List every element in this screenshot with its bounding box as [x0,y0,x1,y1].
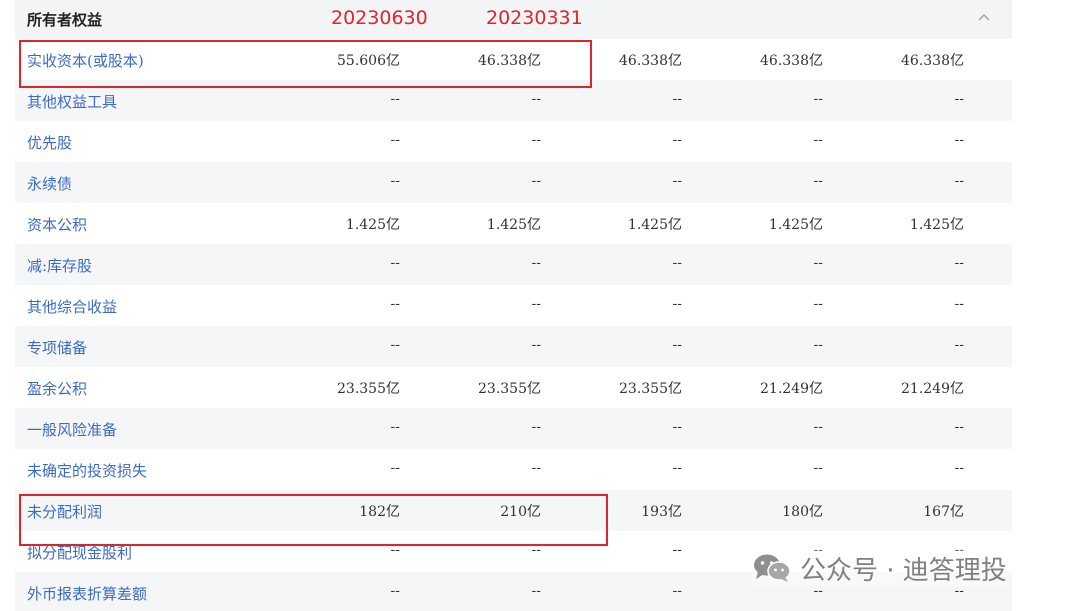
row-label-special-reserve[interactable]: 专项储备 [27,337,87,358]
financial-statement-page: 所有者权益 实收资本(或股本) 55.606亿 46.338亿 46.338亿 … [0,0,1080,611]
row-label-surplus-reserve[interactable]: 盈余公积 [27,378,87,399]
table-cell: -- [531,583,541,599]
row-label-preferred-stock[interactable]: 优先股 [27,132,72,153]
table-cell: -- [672,419,682,435]
table-cell: -- [390,296,400,312]
table-cell: -- [954,132,964,148]
table-cell: -- [531,173,541,189]
table-cell: -- [813,132,823,148]
annotation-date-label: 20230630 [331,7,428,29]
table-cell: -- [672,91,682,107]
watermark: 公众号 · 迪答理投 [752,550,1007,586]
row-label-other-comprehensive-income[interactable]: 其他综合收益 [27,296,117,317]
table-cell: -- [954,91,964,107]
table-cell: -- [672,173,682,189]
table-cell: 1.425亿 [486,217,541,233]
table-cell: 21.249亿 [901,381,964,397]
table-cell: -- [672,460,682,476]
table-cell: -- [531,337,541,353]
section-title: 所有者权益 [27,11,103,29]
table-cell: -- [954,296,964,312]
wechat-icon [752,552,792,584]
row-label-treasury-stock[interactable]: 减:库存股 [27,255,92,276]
table-cell: -- [531,255,541,271]
table-cell: -- [954,255,964,271]
table-cell: -- [531,132,541,148]
table-cell: -- [390,583,400,599]
table-cell: -- [390,255,400,271]
chevron-up-icon[interactable] [977,10,991,24]
row-label-capital-reserve[interactable]: 资本公积 [27,214,87,235]
row-label-fx-translation-difference[interactable]: 外币报表折算差额 [27,583,147,604]
table-cell: -- [954,460,964,476]
watermark-text: 公众号 · 迪答理投 [800,555,1007,586]
table-row: 盈余公积 23.355亿 23.355亿 23.355亿 21.249亿 21.… [15,367,1012,408]
table-row: 优先股 -- -- -- -- -- [15,121,1012,162]
table-cell: -- [954,337,964,353]
row-label-perpetual-bonds[interactable]: 永续债 [27,173,72,194]
annotation-date-label: 20230331 [486,7,583,29]
table-row: 永续债 -- -- -- -- -- [15,162,1012,203]
table-row: 其他综合收益 -- -- -- -- -- [15,285,1012,326]
table-cell: 23.355亿 [619,381,682,397]
table-row: 未确定的投资损失 -- -- -- -- -- [15,449,1012,490]
table-cell: 21.249亿 [760,381,823,397]
table-cell: 1.425亿 [909,217,964,233]
table-cell: -- [390,337,400,353]
table-cell: -- [531,419,541,435]
table-cell: -- [813,173,823,189]
table-cell: 180亿 [782,504,823,520]
highlight-box-paid-in-capital [19,40,592,88]
table-cell: -- [531,460,541,476]
table-cell: -- [390,460,400,476]
table-cell: -- [672,296,682,312]
table-cell: 46.338亿 [901,53,964,69]
table-cell: -- [390,132,400,148]
table-cell: 1.425亿 [768,217,823,233]
table-cell: -- [390,91,400,107]
table-cell: -- [813,91,823,107]
table-cell: -- [813,255,823,271]
row-label-unconfirmed-investment-loss[interactable]: 未确定的投资损失 [27,460,147,481]
row-label-other-equity-instruments[interactable]: 其他权益工具 [27,91,117,112]
row-label-general-risk-reserve[interactable]: 一般风险准备 [27,419,117,440]
table-cell: 1.425亿 [345,217,400,233]
table-cell: -- [672,583,682,599]
table-row: 专项储备 -- -- -- -- -- [15,326,1012,367]
table-cell: -- [954,419,964,435]
table-cell: -- [531,91,541,107]
table-cell: -- [813,419,823,435]
table-row: 一般风险准备 -- -- -- -- -- [15,408,1012,449]
table-cell: -- [813,296,823,312]
table-cell: -- [672,337,682,353]
table-cell: 167亿 [923,504,964,520]
table-cell: -- [390,419,400,435]
table-cell: 46.338亿 [760,53,823,69]
table-cell: 23.355亿 [337,381,400,397]
table-cell: 1.425亿 [627,217,682,233]
table-cell: -- [813,460,823,476]
table-cell: -- [390,173,400,189]
table-cell: -- [531,296,541,312]
table-cell: 23.355亿 [478,381,541,397]
highlight-box-undistributed-profit [19,494,608,546]
table-row: 资本公积 1.425亿 1.425亿 1.425亿 1.425亿 1.425亿 [15,203,1012,244]
table-cell: -- [672,132,682,148]
table-row: 减:库存股 -- -- -- -- -- [15,244,1012,285]
table-cell: -- [813,337,823,353]
table-cell: -- [954,173,964,189]
table-cell: -- [672,255,682,271]
